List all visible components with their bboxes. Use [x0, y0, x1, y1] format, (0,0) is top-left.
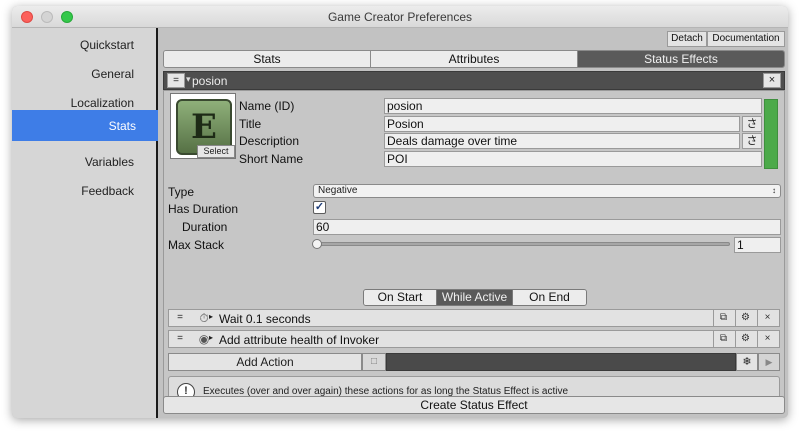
action-item[interactable]: = ⏱ ▸ Wait 0.1 seconds ⧉ ⚙ × [168, 309, 780, 327]
title-label: Title [239, 117, 262, 131]
localize-description-icon[interactable]: さ [742, 133, 762, 149]
add-action-button[interactable]: Add Action [168, 353, 362, 371]
type-dropdown-value: Negative [318, 185, 358, 196]
tab-status-effects[interactable]: Status Effects [578, 51, 784, 67]
sidebar-item-localization[interactable]: Localization [71, 96, 134, 110]
tab-attributes[interactable]: Attributes [371, 51, 578, 67]
description-field[interactable]: Deals damage over time [384, 133, 740, 149]
action-settings-icon[interactable]: ⚙ [735, 331, 755, 347]
type-dropdown[interactable]: Negative ↕ [313, 184, 781, 198]
sidebar-item-general[interactable]: General [91, 67, 134, 81]
description-label: Description [239, 134, 300, 148]
action-drag-handle-icon[interactable]: = [171, 311, 189, 325]
select-icon-button[interactable]: Select [197, 145, 235, 158]
action-phase-tabs: On Start While Active On End [363, 289, 587, 306]
window-title: Game Creator Preferences [327, 10, 473, 24]
preferences-window: Game Creator Preferences Quickstart Gene… [12, 6, 788, 418]
action-label: Add attribute health of Invoker [219, 333, 380, 347]
short-name-label: Short Name [239, 152, 304, 166]
sidebar-item-feedback[interactable]: Feedback [81, 184, 134, 198]
max-stack-label: Max Stack [168, 238, 225, 252]
duplicate-action-icon[interactable]: ⧉ [713, 310, 733, 326]
action-drag-handle-icon[interactable]: = [171, 332, 189, 346]
add-action-row: Add Action □ ❄ ▶ [168, 353, 780, 371]
status-effect-icon-picker[interactable]: E Select [170, 93, 236, 159]
localize-title-icon[interactable]: さ [742, 116, 762, 132]
has-duration-label: Has Duration [168, 202, 239, 216]
remove-status-effect-button[interactable]: × [763, 73, 781, 88]
max-stack-field[interactable]: 1 [734, 237, 781, 253]
fold-arrow-icon[interactable]: ▾ [186, 74, 191, 85]
duration-field[interactable]: 60 [313, 219, 781, 235]
icon-letter: E [191, 107, 217, 147]
title-field[interactable]: Posion [384, 116, 740, 132]
max-stack-slider-thumb[interactable] [312, 239, 322, 249]
action-search-bar[interactable] [386, 353, 736, 371]
action-item[interactable]: = ◉ ▸ Add attribute health of Invoker ⧉ … [168, 330, 780, 348]
drag-handle-icon[interactable]: = [167, 73, 185, 88]
remove-action-icon[interactable]: × [757, 310, 777, 326]
detach-button[interactable]: Detach [667, 31, 707, 47]
snowflake-icon[interactable]: ❄ [736, 353, 758, 371]
duplicate-action-icon[interactable]: ⧉ [713, 331, 733, 347]
short-name-field[interactable]: POI [384, 151, 762, 167]
play-icon[interactable]: ▶ [758, 353, 780, 371]
action-settings-icon[interactable]: ⚙ [735, 310, 755, 326]
sidebar: Quickstart General Localization Stats Va… [12, 28, 158, 418]
max-stack-slider[interactable] [316, 242, 730, 246]
sidebar-item-stats-label: Stats [108, 119, 136, 133]
sidebar-item-variables[interactable]: Variables [85, 155, 134, 169]
name-label: Name (ID) [239, 99, 295, 113]
has-duration-checkbox[interactable]: ✓ [313, 201, 326, 214]
action-fold-arrow-icon[interactable]: ▸ [209, 312, 213, 321]
duration-label: Duration [182, 220, 228, 234]
status-effect-header[interactable]: = ▾ posion × [163, 71, 785, 90]
sidebar-item-stats[interactable]: Stats [12, 110, 158, 141]
paste-action-icon[interactable]: □ [362, 353, 386, 371]
documentation-button[interactable]: Documentation [707, 31, 785, 47]
tab-on-start[interactable]: On Start [364, 290, 437, 305]
status-effect-color-swatch[interactable] [764, 99, 778, 169]
status-effect-header-title: posion [192, 74, 228, 88]
tab-while-active[interactable]: While Active [437, 290, 513, 305]
tab-stats[interactable]: Stats [164, 51, 371, 67]
action-label: Wait 0.1 seconds [219, 312, 311, 326]
remove-action-icon[interactable]: × [757, 331, 777, 347]
main-content: Detach Documentation Stats Attributes St… [160, 28, 788, 418]
dropdown-arrows-icon: ↕ [772, 186, 776, 195]
create-status-effect-button[interactable]: Create Status Effect [163, 396, 785, 414]
stats-tabs: Stats Attributes Status Effects [163, 50, 785, 68]
name-field[interactable]: posion [384, 98, 762, 114]
type-label: Type [168, 185, 195, 199]
tab-on-end[interactable]: On End [513, 290, 586, 305]
title-bar: Game Creator Preferences [12, 6, 788, 28]
status-effect-panel: E Select Name (ID) posion Title Posion さ… [163, 90, 785, 412]
action-fold-arrow-icon[interactable]: ▸ [209, 333, 213, 342]
sidebar-item-quickstart[interactable]: Quickstart [80, 38, 134, 52]
